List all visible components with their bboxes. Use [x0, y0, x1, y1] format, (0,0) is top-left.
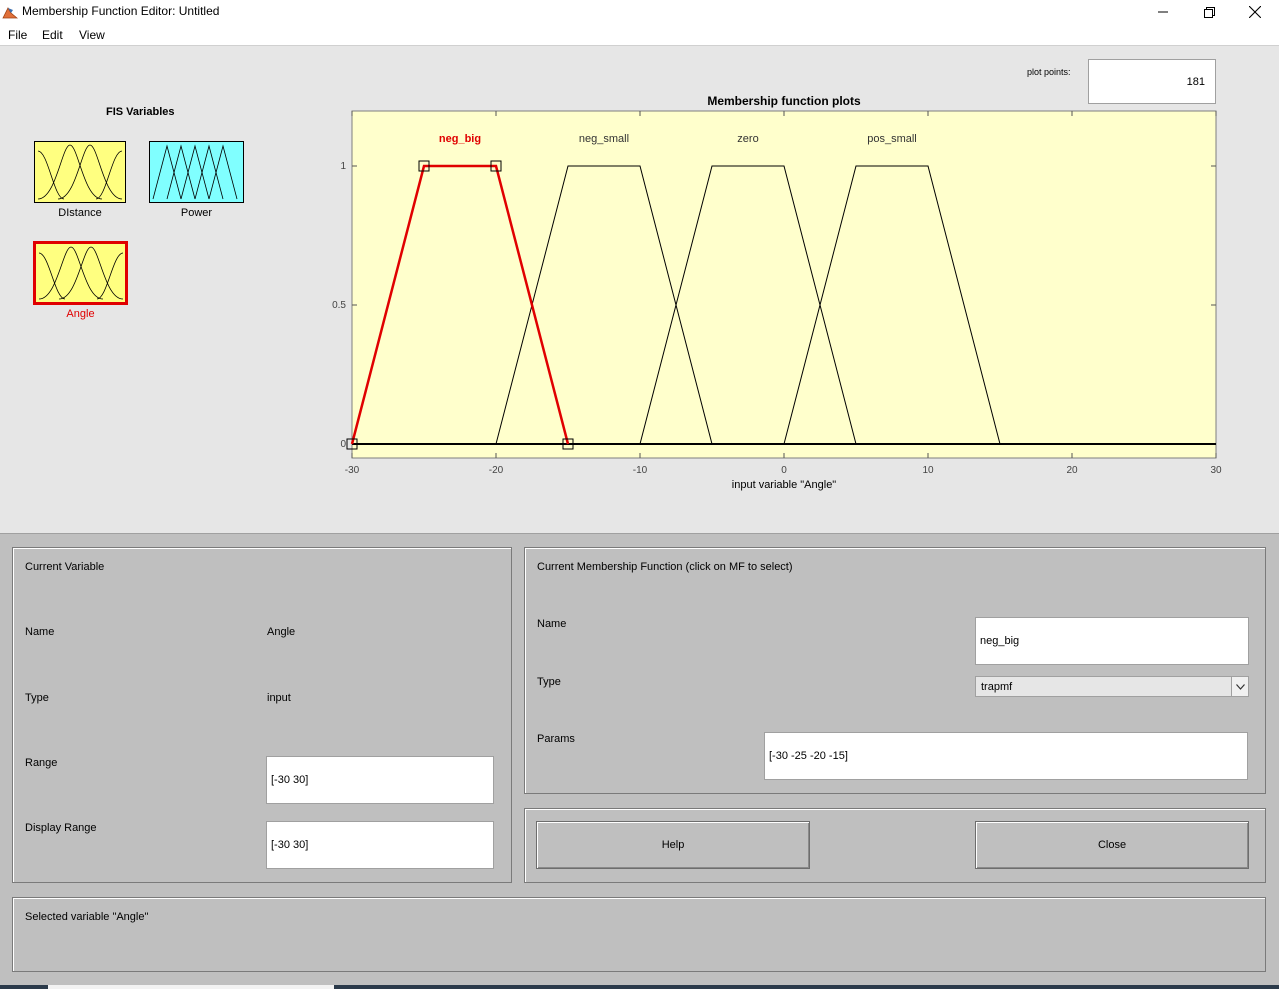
x-tick-label: 20 [1066, 465, 1078, 476]
status-panel [12, 897, 1266, 972]
cv-type-value: input [267, 692, 291, 704]
mf-name-input[interactable]: neg_big [975, 617, 1249, 665]
current-mf-title: Current Membership Function (click on MF… [537, 561, 793, 573]
mf-name-label: Name [537, 618, 567, 630]
close-icon [1249, 6, 1261, 18]
mf-type-dropdown[interactable]: trapmf [975, 676, 1249, 697]
mf-type-value: trapmf [981, 680, 1013, 693]
display-range-input[interactable]: [-30 30] [266, 821, 494, 869]
close-button[interactable]: Close [975, 821, 1249, 869]
window-title: Membership Function Editor: Untitled [22, 4, 220, 18]
mf-params-label: Params [537, 733, 575, 745]
cv-display-range-label: Display Range [25, 822, 97, 834]
fis-var-angle-icon[interactable] [33, 241, 128, 305]
mf-params-input[interactable]: [-30 -25 -20 -15] [764, 732, 1248, 780]
status-text: Selected variable "Angle" [25, 911, 149, 923]
chevron-down-icon[interactable] [1231, 677, 1248, 696]
current-variable-title: Current Variable [25, 561, 105, 573]
title-bar: Membership Function Editor: Untitled [0, 0, 1279, 24]
minimize-button[interactable] [1140, 0, 1186, 24]
matlab-icon [2, 7, 18, 19]
fis-var-distance-icon[interactable] [34, 141, 126, 203]
y-tick-label: 1 [340, 161, 346, 172]
range-input[interactable]: [-30 30] [266, 756, 494, 804]
cv-range-label: Range [25, 757, 58, 769]
y-tick-label: 0.5 [332, 300, 346, 311]
x-tick-label: -10 [633, 465, 648, 476]
fis-var-distance-label: DIstance [58, 207, 102, 219]
membership-function-plot[interactable]: -30 -20 -10 0 10 20 30 0 0.5 1 neg_small zero pos_sm… [320, 106, 1230, 478]
fis-var-angle-label: Angle [66, 308, 95, 320]
mf-label-neg_small: neg_small [579, 133, 629, 145]
fis-var-power-label: Power [180, 207, 213, 219]
mf-label-neg_big: neg_big [439, 133, 481, 145]
restore-icon [1203, 6, 1215, 18]
mf-label-pos_small: pos_small [867, 133, 917, 145]
menu-view[interactable]: View [79, 28, 105, 42]
x-tick-label: -20 [489, 465, 504, 476]
close-window-button[interactable] [1232, 0, 1278, 24]
minimize-icon [1158, 11, 1168, 13]
taskbar [0, 985, 1279, 989]
plot-points-label: plot points: [1027, 67, 1071, 77]
x-tick-label: 0 [781, 465, 787, 476]
cv-type-label: Type [25, 692, 49, 704]
cv-name-label: Name [25, 626, 55, 638]
x-tick-label: 10 [922, 465, 934, 476]
taskbar-active-item [48, 985, 334, 989]
fis-var-power-icon[interactable] [149, 141, 244, 203]
x-tick-label: 30 [1210, 465, 1222, 476]
menu-bar: File Edit View [0, 24, 1279, 46]
restore-button[interactable] [1186, 0, 1232, 24]
plot-xlabel: input variable "Angle" [731, 479, 837, 491]
mf-label-zero: zero [737, 133, 758, 145]
x-tick-label: -30 [345, 465, 360, 476]
mf-type-label: Type [537, 676, 561, 688]
y-tick-label: 0 [340, 439, 346, 450]
plot-area [351, 110, 1217, 459]
menu-edit[interactable]: Edit [42, 28, 63, 42]
cv-name-value: Angle [267, 626, 296, 638]
fis-variables-title: FIS Variables [106, 106, 175, 118]
help-button[interactable]: Help [536, 821, 810, 869]
menu-file[interactable]: File [8, 28, 27, 42]
